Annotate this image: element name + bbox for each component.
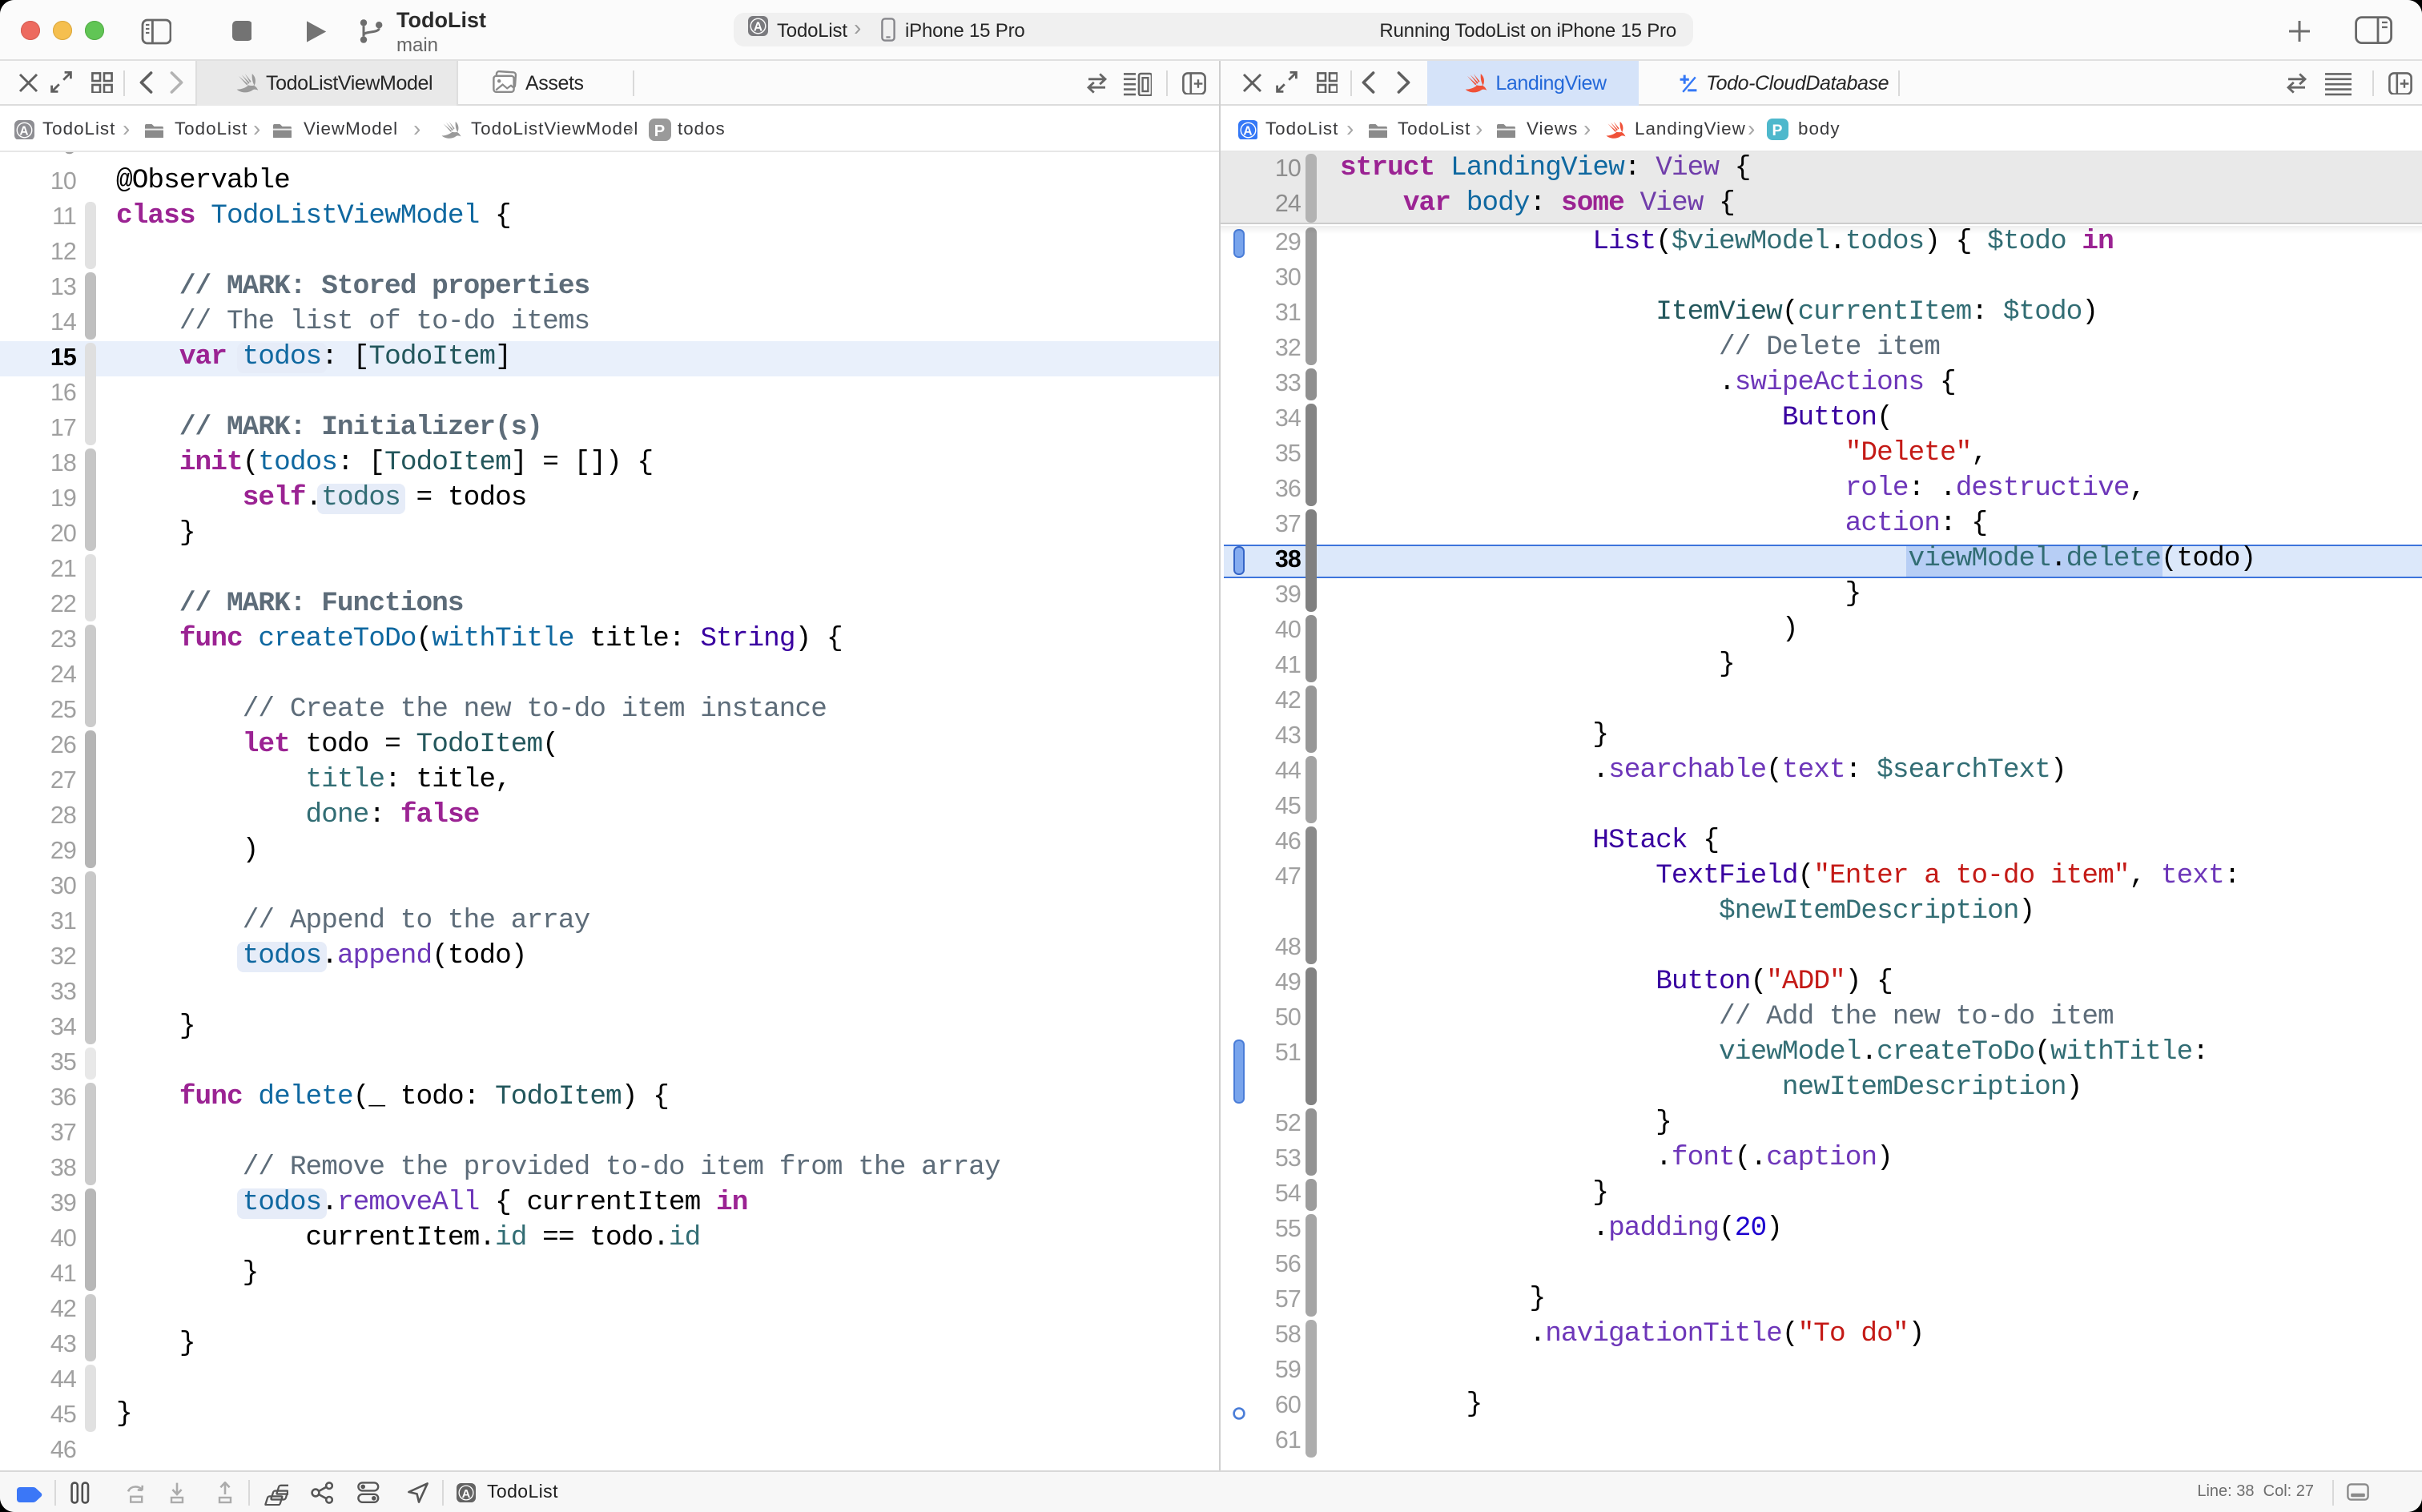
svg-text:A: A	[754, 21, 762, 34]
svg-text:P: P	[654, 123, 666, 140]
svg-text:P: P	[1772, 122, 1784, 139]
